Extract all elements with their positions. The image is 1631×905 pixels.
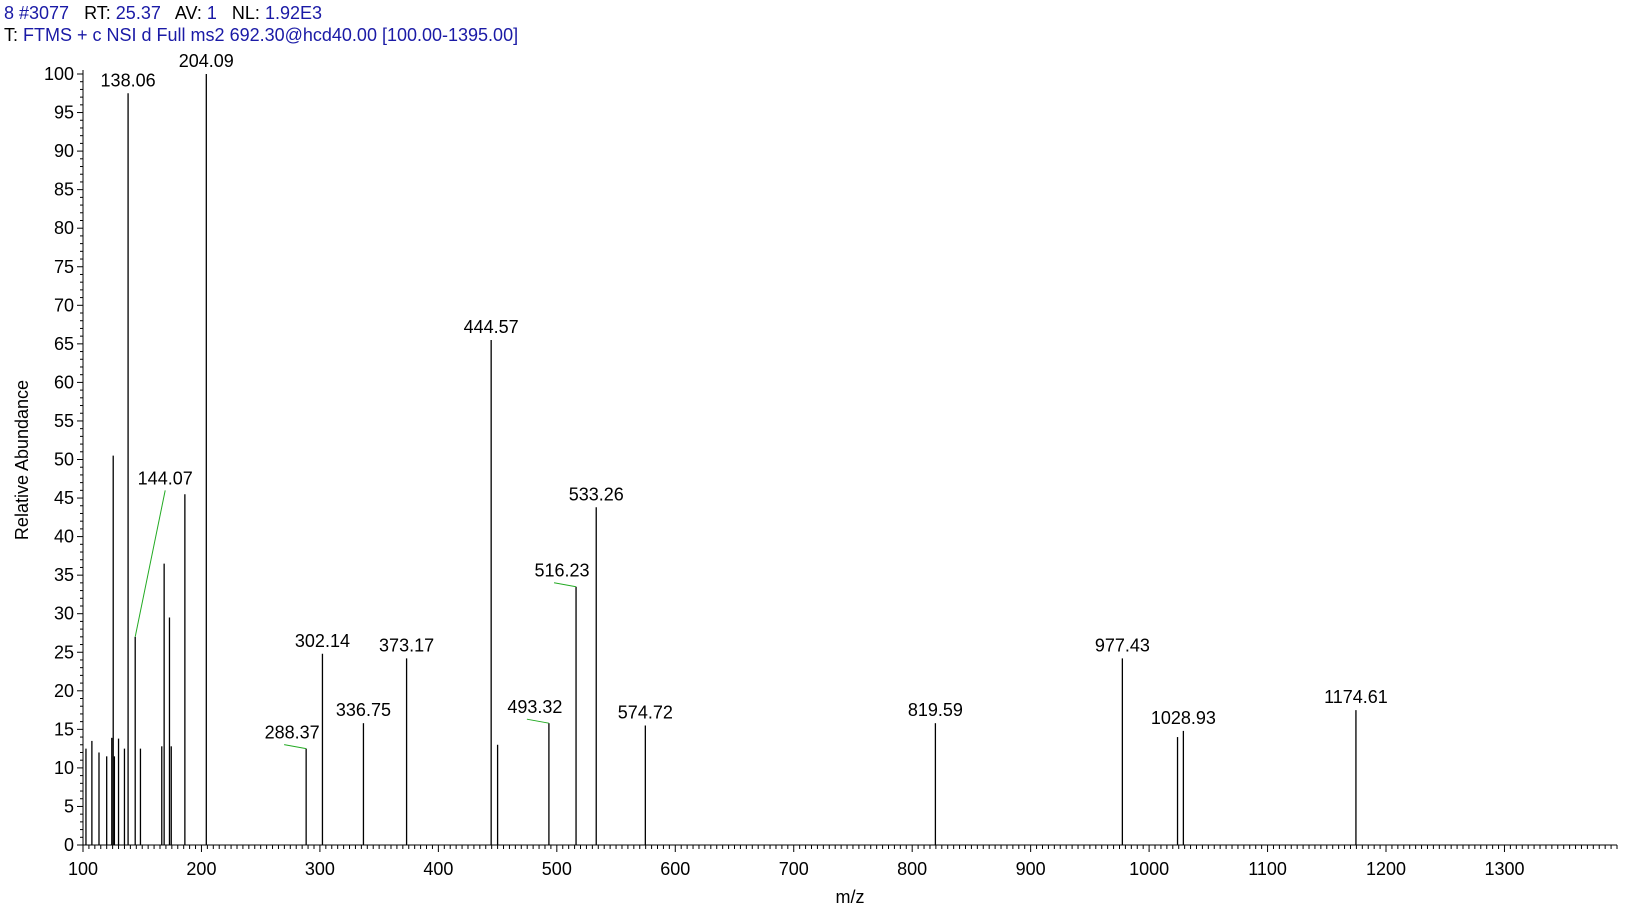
- y-tick-label: 65: [54, 334, 74, 354]
- peak-label: 493.32: [507, 697, 562, 717]
- peak-label: 1028.93: [1151, 708, 1216, 728]
- y-tick-label: 45: [54, 488, 74, 508]
- peak-label-leader: [284, 744, 307, 750]
- peak-label: 204.09: [179, 51, 234, 71]
- x-tick-label: 100: [68, 859, 98, 879]
- y-tick-label: 75: [54, 257, 74, 277]
- y-tick-label: 80: [54, 218, 74, 238]
- peak-labels: 138.06 144.07 204.09 288.37 302.14 336.75 373.…: [101, 51, 1388, 750]
- peak-label-leader: [526, 718, 549, 724]
- x-tick-label: 1000: [1129, 859, 1169, 879]
- y-tick-label: 55: [54, 411, 74, 431]
- peak-label: 819.59: [908, 700, 963, 720]
- x-tick-label: 600: [660, 859, 690, 879]
- peak-label: 373.17: [379, 635, 434, 655]
- y-tick-label: 90: [54, 141, 74, 161]
- x-tick-label: 900: [1016, 859, 1046, 879]
- x-tick-label: 300: [305, 859, 335, 879]
- peak-label: 574.72: [618, 702, 673, 722]
- peak-label-leader: [553, 582, 577, 588]
- x-tick-label: 400: [423, 859, 453, 879]
- x-tick-label: 1300: [1484, 859, 1524, 879]
- x-tick-label: 1200: [1366, 859, 1406, 879]
- peak-label-leader: [134, 490, 166, 637]
- mass-spectrum-chart: 0 5 10 15 20 25 30 35 40 45 50 55 60 65 70 75 80 85 90 95 10…: [12, 51, 1618, 905]
- peak-label: 138.06: [101, 70, 156, 90]
- y-tick-label: 25: [54, 642, 74, 662]
- peak-label: 444.57: [464, 317, 519, 337]
- x-tick-label: 200: [186, 859, 216, 879]
- y-tick-label: 60: [54, 372, 74, 392]
- y-tick-label: 20: [54, 681, 74, 701]
- peak-label: 302.14: [295, 631, 350, 651]
- y-tick-label: 30: [54, 604, 74, 624]
- y-tick-label: 15: [54, 719, 74, 739]
- y-axis-label: Relative Abundance: [12, 380, 32, 540]
- y-tick-label: 5: [64, 796, 74, 816]
- x-axis-label: m/z: [836, 887, 865, 905]
- peak-label: 1174.61: [1324, 687, 1388, 707]
- y-tick-label: 40: [54, 527, 74, 547]
- y-tick-label: 35: [54, 565, 74, 585]
- y-tick-label: 70: [54, 295, 74, 315]
- peak-label: 977.43: [1095, 635, 1150, 655]
- peak-label: 144.07: [138, 469, 193, 489]
- peak-label: 533.26: [569, 484, 624, 504]
- peak-label: 516.23: [535, 561, 590, 581]
- y-tick-label: 10: [54, 758, 74, 778]
- y-tick-label: 0: [64, 835, 74, 855]
- x-tick-label: 500: [542, 859, 572, 879]
- peak-label: 288.37: [265, 723, 320, 743]
- axes: 0 5 10 15 20 25 30 35 40 45 50 55 60 65 70 75 80 85 90 95 10…: [44, 64, 1618, 879]
- y-tick-label: 95: [54, 103, 74, 123]
- y-tick-label: 50: [54, 450, 74, 470]
- y-tick-label: 100: [44, 64, 74, 84]
- x-tick-label: 700: [779, 859, 809, 879]
- y-tick-label: 85: [54, 180, 74, 200]
- x-tick-label: 1100: [1248, 859, 1287, 879]
- x-tick-label: 800: [897, 859, 927, 879]
- peak-label: 336.75: [336, 700, 391, 720]
